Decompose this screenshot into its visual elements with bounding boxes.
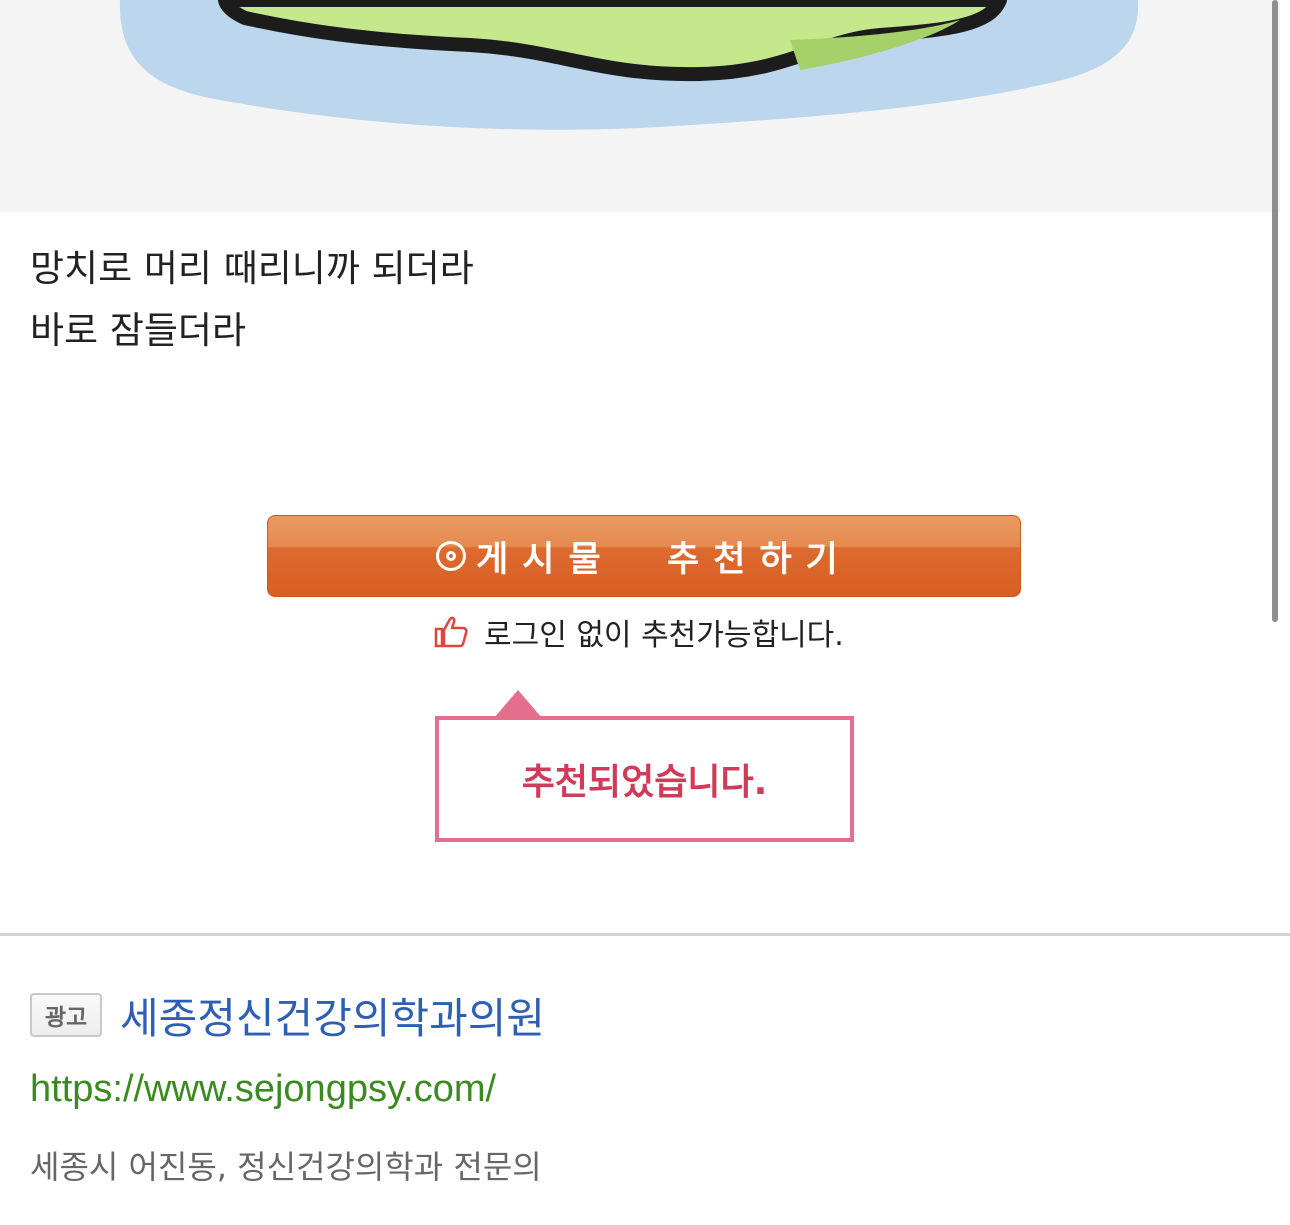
recommend-hint-text: 로그인 없이 추천가능합니다. bbox=[484, 618, 844, 653]
ad-url-link[interactable]: https://www.sejongpsy.com/ bbox=[30, 1068, 496, 1111]
post-body: 망치로 머리 때리니까 되더라 바로 잠들더라 bbox=[30, 238, 474, 362]
scrollbar-track[interactable] bbox=[1280, 0, 1290, 1225]
recommend-button-label: 게시물 추천하기 bbox=[476, 539, 852, 580]
post-illustration bbox=[0, 0, 1280, 212]
post-line-2: 바로 잠들더라 bbox=[30, 309, 247, 352]
ad-title-link[interactable]: 세종정신건강의학과의원 bbox=[120, 985, 545, 1046]
popup-arrow bbox=[494, 690, 542, 718]
ad-description: 세종시 어진동, 정신건강의학과 전문의 bbox=[30, 1148, 542, 1186]
recommend-hint: 로그인 없이 추천가능합니다. bbox=[434, 612, 844, 653]
ad-badge: 광고 bbox=[30, 993, 102, 1037]
recommend-button[interactable]: 게시물 추천하기 bbox=[267, 515, 1021, 597]
page: 망치로 머리 때리니까 되더라 바로 잠들더라 게시물 추천하기 로그인 없이 … bbox=[0, 0, 1290, 1225]
thumbs-up-icon bbox=[434, 616, 468, 648]
scrollbar-thumb[interactable] bbox=[1272, 0, 1278, 622]
section-divider bbox=[0, 933, 1290, 936]
recommended-popup-text: 추천되었습니다. bbox=[521, 762, 768, 803]
recommended-popup: 추천되었습니다. bbox=[435, 716, 854, 842]
post-line-1: 망치로 머리 때리니까 되더라 bbox=[30, 247, 474, 290]
ad-title-row: 광고 세종정신건강의학과의원 bbox=[30, 985, 545, 1045]
illustration-image bbox=[119, 0, 1139, 130]
target-icon bbox=[436, 541, 467, 571]
